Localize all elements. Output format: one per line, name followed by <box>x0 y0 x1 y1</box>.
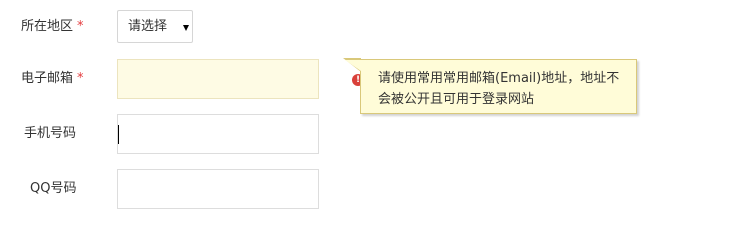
tooltip-arrow-inner <box>345 60 361 71</box>
region-label: 所在地区 * <box>21 7 84 47</box>
phone-field[interactable] <box>117 114 319 154</box>
tooltip-text: 请使用常用常用邮箱(Email)地址，地址不会被公开且可用于登录网站 <box>378 71 620 107</box>
phone-row: 手机号码 <box>0 114 737 154</box>
email-required-mark: * <box>77 71 84 86</box>
region-select[interactable]: 请选择 <box>117 10 193 43</box>
text-cursor <box>118 125 119 144</box>
qq-field[interactable] <box>117 169 319 209</box>
region-select-value: 请选择 <box>128 19 168 34</box>
region-label-text: 所在地区 <box>21 19 74 34</box>
qq-label: QQ号码 <box>30 181 77 196</box>
region-row: 所在地区 * 请选择 <box>0 8 737 48</box>
email-hint-tooltip: 请使用常用常用邮箱(Email)地址，地址不会被公开且可用于登录网站 <box>360 59 637 114</box>
phone-label: 手机号码 <box>24 126 77 141</box>
triangle-down-icon <box>183 25 189 31</box>
email-label-text: 电子邮箱 <box>21 71 74 86</box>
qq-row: QQ号码 <box>0 169 737 209</box>
region-required-mark: * <box>77 19 84 34</box>
email-label: 电子邮箱 * <box>21 59 84 99</box>
email-field[interactable] <box>117 59 319 99</box>
